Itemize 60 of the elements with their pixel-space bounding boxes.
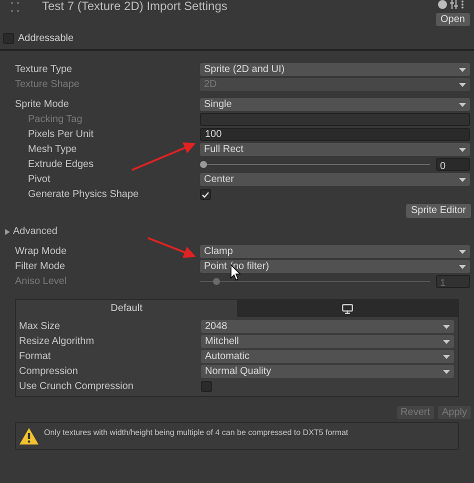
checkbox[interactable]: [3, 32, 14, 44]
dropdown[interactable]: Sprite (2D and UI): [200, 63, 470, 76]
caret-icon: [459, 178, 466, 182]
warning-text: Only textures with width/height being multiple of 4 can be compressed to DXT5 format: [44, 428, 348, 438]
tab[interactable]: [237, 300, 458, 317]
dropdown[interactable]: Full Rect: [200, 143, 470, 156]
caret-icon: [459, 82, 466, 86]
caret-icon: [459, 68, 466, 72]
expand-arrow-icon: [5, 228, 10, 234]
sprite-editor-button[interactable]: Sprite Editor: [406, 204, 471, 218]
field-label: Wrap Mode: [15, 245, 67, 259]
field-label: Packing Tag: [28, 113, 82, 127]
field-label: Pivot: [28, 173, 50, 187]
dropdown[interactable]: Center: [200, 173, 470, 186]
sliders-icon: [450, 0, 458, 9]
field-label: Aniso Level: [15, 275, 67, 289]
dropdown[interactable]: Automatic: [201, 350, 454, 363]
field-label: Format: [19, 350, 51, 364]
monitor-icon: [342, 304, 353, 314]
help-icon: [438, 0, 447, 9]
arrow-drawing: [132, 142, 196, 171]
dropdown[interactable]: Clamp: [200, 245, 470, 258]
field-label: Filter Mode: [15, 260, 66, 274]
caret-icon: [459, 250, 466, 254]
open-button[interactable]: Open: [436, 13, 470, 26]
caret-icon: [459, 264, 466, 268]
field-label: Use Crunch Compression: [19, 380, 134, 394]
field-label: Compression: [19, 365, 78, 379]
text-field[interactable]: 100: [200, 128, 470, 141]
checkbox[interactable]: [201, 381, 212, 392]
checkbox-label: Addressable: [18, 32, 74, 46]
foldout[interactable]: Advanced: [5, 224, 58, 239]
field-label: Resize Algorithm: [19, 335, 94, 349]
field-label: Texture Shape: [15, 78, 80, 92]
field-label: Generate Physics Shape: [28, 188, 139, 202]
slider-thumb[interactable]: [200, 161, 207, 168]
caret-icon: [443, 370, 450, 374]
dropdown[interactable]: 2048: [201, 320, 454, 333]
check-icon: [202, 192, 209, 198]
caret-icon: [459, 148, 466, 152]
field-label: Mesh Type: [28, 143, 77, 157]
arrow-drawing: [148, 237, 196, 258]
field-label: Pixels Per Unit: [28, 128, 94, 142]
number-field[interactable]: 0: [436, 158, 470, 171]
field-label: Extrude Edges: [28, 158, 94, 172]
asset-icon: [10, 1, 20, 13]
field-label: Texture Type: [15, 63, 72, 77]
caret-icon: [443, 340, 450, 344]
caret-icon: [459, 102, 466, 106]
dropdown[interactable]: Mitchell: [201, 335, 454, 348]
field-label: Max Size: [19, 320, 60, 334]
window-title: Test 7 (Texture 2D) Import Settings: [42, 0, 228, 12]
checkbox[interactable]: [200, 189, 211, 200]
menu-icon: [461, 0, 464, 9]
warning-icon: [19, 427, 39, 445]
field-label: Sprite Mode: [15, 98, 69, 112]
dropdown[interactable]: Normal Quality: [201, 365, 454, 378]
caret-icon: [443, 354, 450, 358]
dropdown[interactable]: Single: [200, 98, 470, 111]
caret-icon: [443, 324, 450, 328]
